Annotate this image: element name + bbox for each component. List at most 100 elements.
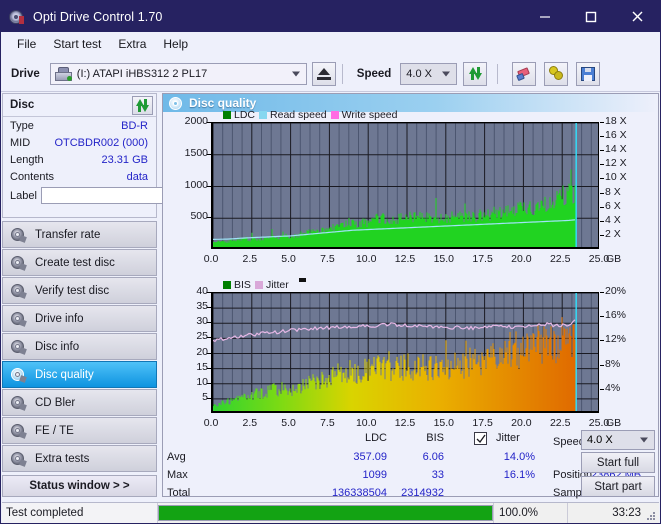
x-axis-tick-label: 15.0 (433, 417, 455, 429)
y-axis-tick (207, 307, 211, 309)
y2-axis-tick-label: 16% (605, 309, 627, 322)
speed-select[interactable]: 4.0 X (400, 62, 458, 85)
y-axis-tick-label: 10 (196, 375, 208, 388)
y2-axis-tick (600, 364, 604, 366)
disc-icon (11, 283, 27, 299)
y2-axis-tick (600, 316, 604, 318)
y-axis-tick-label: 20 (196, 345, 208, 358)
sidebar-item-label: CD Bler (35, 396, 76, 409)
disc-panel-title: Disc (10, 99, 35, 111)
y-axis-tick (207, 367, 211, 369)
drive-label: Drive (11, 67, 40, 80)
eraser-icon (516, 66, 532, 81)
y2-axis-tick (600, 292, 604, 293)
close-icon[interactable] (614, 1, 660, 32)
sidebar-item-create-test-disc[interactable]: Create test disc (2, 249, 157, 276)
disc-icon (11, 367, 27, 383)
x-axis-tick-label: 12.5 (394, 417, 416, 429)
progress-bar-fill (159, 506, 492, 520)
sidebar-item-cd-bler[interactable]: CD Bler (2, 389, 157, 416)
row-key: MID (10, 136, 31, 149)
stats-jitter-max: 16.1% (503, 469, 535, 481)
legend-item: Write speed (330, 109, 398, 121)
y-axis-tick-label: 5 (202, 390, 208, 403)
x-axis-tick-label: 20.0 (511, 417, 532, 429)
stats-bis-max: 33 (431, 469, 444, 481)
x-axis-tick-label: 0.0 (203, 417, 219, 429)
row-value: BD-R (121, 119, 148, 132)
sidebar-item-fe-te[interactable]: FE / TE (2, 417, 157, 444)
disc-icon (11, 423, 27, 439)
refresh-button[interactable] (463, 61, 488, 86)
sidebar-item-verify-test-disc[interactable]: Verify test disc (2, 277, 157, 304)
disc-refresh-button[interactable] (132, 95, 153, 115)
sidebar-item-label: FE / TE (35, 424, 74, 437)
sidebar-item-label: Transfer rate (35, 228, 101, 241)
status-message: Test completed (2, 503, 158, 523)
start-part-button[interactable]: Start part (581, 476, 655, 497)
y-axis-tick-label: 30 (196, 315, 208, 328)
test-speed-select[interactable]: 4.0 X (581, 430, 655, 450)
legend-item: Jitter (254, 279, 289, 291)
y-axis-tick (207, 397, 211, 399)
stats-bis-avg: 6.06 (422, 451, 444, 463)
stats-header-bis: BIS (426, 432, 444, 444)
legend-swatch (259, 111, 268, 119)
disc-icon (11, 227, 27, 243)
speed-label: Speed (356, 67, 392, 80)
stats-row-total: Total (167, 487, 191, 499)
start-full-button[interactable]: Start full (581, 452, 655, 473)
y2-axis-tick-label: 4% (605, 381, 621, 394)
eject-button[interactable] (311, 61, 336, 86)
y-axis-tick (207, 292, 211, 293)
row-value: data (126, 170, 148, 183)
chevron-down-icon (640, 437, 648, 443)
status-window-button[interactable]: Status window > > (2, 475, 157, 497)
maximize-icon[interactable] (568, 1, 614, 32)
bulb-button[interactable] (544, 61, 569, 86)
menu-file[interactable]: File (9, 34, 45, 54)
stats-ldc-avg: 357.09 (353, 451, 387, 463)
jitter-checkbox[interactable] (474, 432, 487, 445)
jitter-label: Jitter (496, 432, 520, 444)
y2-axis-tick (600, 388, 604, 390)
y2-axis-tick-label: 8% (605, 357, 621, 370)
sidebar-item-transfer-rate[interactable]: Transfer rate (2, 221, 157, 248)
legend-label: Read speed (270, 109, 327, 121)
row-value: OTCBDR002 (000) (54, 136, 148, 149)
sidebar-item-label: Extra tests (35, 452, 90, 465)
resize-grip[interactable] (647, 512, 657, 522)
row-key: Type (10, 119, 34, 132)
save-button[interactable] (576, 61, 601, 86)
menu-help[interactable]: Help (155, 34, 197, 54)
stats-header-ldc: LDC (364, 432, 387, 444)
sidebar-item-drive-info[interactable]: Drive info (2, 305, 157, 332)
refresh-icon (135, 98, 150, 113)
legend-item: LDC (223, 109, 255, 121)
legend-swatch (223, 111, 231, 119)
bulb-icon (548, 66, 564, 81)
title-bar: Opti Drive Control 1.70 (1, 1, 660, 32)
row-key: Length (10, 153, 44, 166)
y2-axis-tick (600, 340, 604, 342)
disc-panel-header: Disc (3, 94, 156, 117)
x-axis-tick-label: 2.5 (242, 417, 258, 429)
sidebar-item-label: Disc info (35, 340, 80, 353)
minimize-icon[interactable] (522, 1, 568, 32)
menu-start-test[interactable]: Start test (45, 34, 110, 54)
legend-label: Jitter (265, 279, 289, 291)
sidebar-item-extra-tests[interactable]: Extra tests (2, 445, 157, 472)
erase-button[interactable] (512, 61, 537, 86)
sidebar: Disc Type BD-R MID OTCBDR002 (000) Lengt… (2, 93, 210, 497)
y-axis-tick-label: 25 (196, 330, 208, 343)
menu-bar: File Start test Extra Help (1, 32, 660, 56)
sidebar-item-disc-quality[interactable]: Disc quality (2, 361, 157, 388)
disc-icon (11, 311, 27, 327)
drive-select[interactable]: (I:) ATAPI iHBS312 2 PL17 (49, 62, 307, 85)
sidebar-item-disc-info[interactable]: Disc info (2, 333, 157, 360)
chart-legend: BIS Jitter (223, 279, 289, 291)
menu-extra[interactable]: Extra (110, 34, 155, 54)
elapsed-time: 33:23 (567, 503, 659, 523)
x-axis-tick-label: 5.0 (281, 417, 296, 429)
legend-label: BIS (234, 279, 251, 291)
